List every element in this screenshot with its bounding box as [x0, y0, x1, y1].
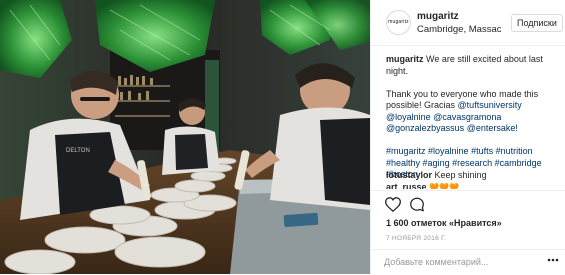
avatar[interactable]: mugaritz	[386, 10, 411, 35]
likes-count[interactable]: 1 600 отметок «Нравится»	[386, 218, 502, 228]
comment-username[interactable]: lotustaylor	[386, 170, 432, 180]
comment-text: Keep shining	[434, 170, 487, 180]
hashtag-link[interactable]: #nutrition	[496, 146, 533, 156]
heart-icon[interactable]	[385, 197, 401, 212]
post-location[interactable]: Cambridge, Massac...	[417, 24, 501, 35]
hashtag-link[interactable]: #aging	[423, 158, 450, 168]
author-username[interactable]: mugaritz	[417, 11, 459, 22]
post-header: mugaritz mugaritz Cambridge, Massac... П…	[371, 0, 565, 46]
hashtag-link[interactable]: #loyalnine	[428, 146, 469, 156]
mention-link[interactable]: @gonzalezbyassus	[386, 123, 464, 133]
hashtag-link[interactable]: #tufts	[471, 146, 493, 156]
hashtag-link[interactable]: #cambridge	[495, 158, 542, 168]
comment-item: art_russe 🧡🧡🧡	[386, 182, 561, 189]
hashtag-link[interactable]: #mugaritz	[386, 146, 426, 156]
comment-item: lotustaylor Keep shining	[386, 170, 487, 180]
caption-username[interactable]: mugaritz	[386, 54, 424, 64]
comment-username[interactable]: art_russe	[386, 182, 427, 189]
mention-link[interactable]: @loyalnine	[386, 112, 431, 122]
mention-link[interactable]: @tuftsuniversity	[458, 100, 522, 110]
avatar-label: mugaritz	[388, 19, 409, 25]
mention-link[interactable]: @entersake!	[467, 123, 518, 133]
post-date: 7 НОЯБРЯ 2016 Г.	[386, 235, 447, 242]
caption-thanks: Thank you to everyone who made this poss…	[386, 89, 558, 135]
hashtag-link[interactable]: #research	[452, 158, 492, 168]
following-button[interactable]: Подписки	[511, 14, 563, 32]
add-comment-bar	[371, 249, 565, 275]
hashtag-link[interactable]: #healthy	[386, 158, 420, 168]
speech-bubble-icon[interactable]	[409, 197, 425, 212]
caption-text: mugaritz We are still excited about last…	[386, 54, 558, 77]
more-options-icon[interactable]	[547, 258, 559, 262]
post-sidebar: mugaritz mugaritz Cambridge, Massac... П…	[370, 0, 565, 274]
post-photo[interactable]: DELTON	[0, 0, 370, 274]
mention-link[interactable]: @cavasgramona	[433, 112, 501, 122]
comment-text: 🧡🧡🧡	[429, 183, 459, 189]
caption: mugaritz We are still excited about last…	[386, 54, 558, 181]
post-actions: 1 600 отметок «Нравится» 7 НОЯБРЯ 2016 Г…	[371, 190, 565, 274]
comment-input[interactable]	[384, 254, 544, 270]
